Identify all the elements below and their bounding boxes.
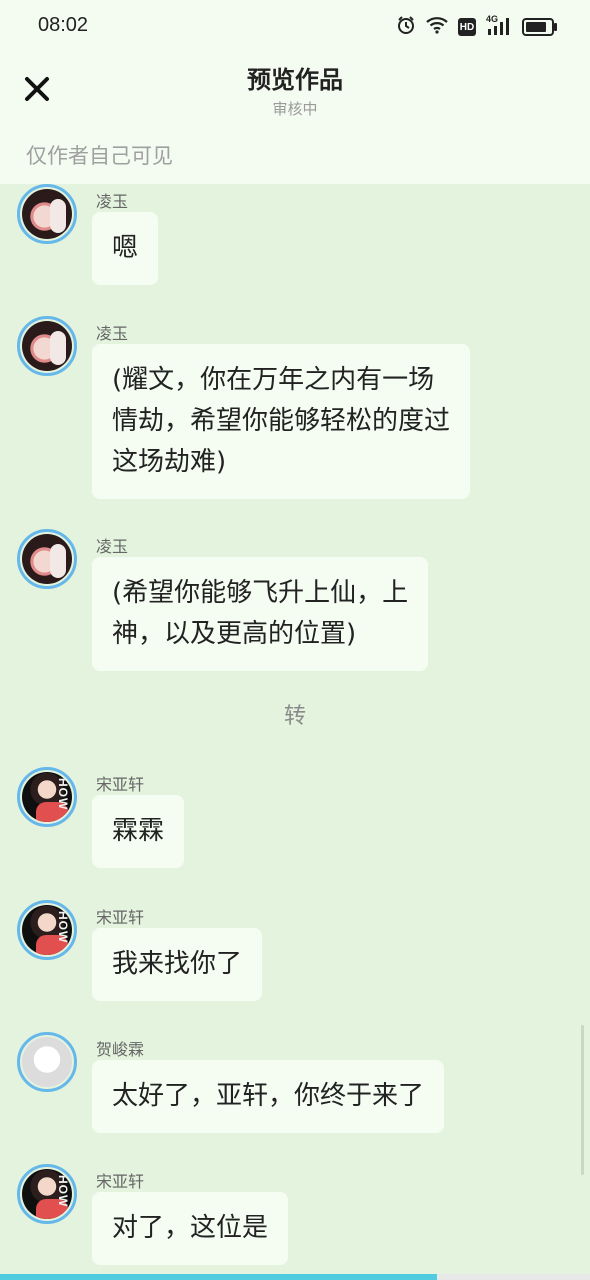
message-bubble: 我来找你了 bbox=[92, 928, 263, 1001]
speaker-name: 凌玉 bbox=[96, 324, 129, 343]
status-bar: 08:02 HD 4G bbox=[0, 12, 590, 42]
speaker-name: 贺峻霖 bbox=[96, 1040, 145, 1059]
message-text-line: 我来找你了 bbox=[112, 949, 243, 979]
avatar[interactable] bbox=[17, 1164, 77, 1224]
visibility-note: 仅作者自己可见 bbox=[26, 144, 173, 168]
scrollbar[interactable] bbox=[581, 1025, 584, 1175]
status-time: 08:02 bbox=[38, 14, 89, 36]
message-bubble: 嗯 bbox=[92, 212, 159, 285]
alarm-icon bbox=[396, 15, 416, 39]
speaker-name: 凌玉 bbox=[96, 192, 129, 211]
avatar[interactable] bbox=[17, 529, 77, 589]
message-text-line: 霖霖 bbox=[112, 816, 165, 846]
message-text-line: 嗯 bbox=[112, 233, 139, 263]
message-bubble: 太好了，亚轩，你终于来了 bbox=[92, 1060, 445, 1133]
message-bubble: 霖霖 bbox=[92, 795, 185, 868]
message-text-line: (耀文，你在万年之内有一场 bbox=[112, 365, 435, 395]
speaker-name: 凌玉 bbox=[96, 537, 129, 556]
header: 08:02 HD 4G 预览作品 审核中 仅作者自己可见 bbox=[0, 0, 590, 184]
battery-icon bbox=[522, 18, 557, 36]
status-icons: HD 4G bbox=[396, 14, 557, 40]
scene-divider: 转 bbox=[283, 704, 306, 729]
message-text-line: 对了，这位是 bbox=[112, 1213, 269, 1243]
message-text-line: 这场劫难) bbox=[112, 447, 227, 477]
speaker-name: 宋亚轩 bbox=[96, 908, 145, 927]
message-text-line: 神，以及更高的位置) bbox=[112, 619, 357, 649]
speaker-name: 宋亚轩 bbox=[96, 775, 145, 794]
avatar[interactable] bbox=[17, 1032, 77, 1092]
review-status: 审核中 bbox=[272, 100, 318, 118]
signal-4g-icon: 4G bbox=[486, 14, 512, 37]
message-text-line: 太好了，亚轩，你终于来了 bbox=[112, 1081, 425, 1111]
message-text-line: (希望你能够飞升上仙，上 bbox=[112, 578, 409, 608]
message-text-line: 情劫，希望你能够轻松的度过 bbox=[112, 406, 451, 436]
avatar[interactable] bbox=[17, 900, 77, 960]
message-bubble: (耀文，你在万年之内有一场 情劫，希望你能够轻松的度过 这场劫难) bbox=[92, 344, 471, 499]
speaker-name: 宋亚轩 bbox=[96, 1172, 145, 1191]
avatar[interactable] bbox=[17, 767, 77, 827]
hd-icon: HD bbox=[458, 18, 476, 36]
wifi-icon bbox=[426, 16, 448, 38]
message-bubble: (希望你能够飞升上仙，上 神，以及更高的位置) bbox=[92, 557, 429, 671]
reading-progress-fill bbox=[0, 1274, 437, 1280]
message-bubble: 对了，这位是 bbox=[92, 1192, 289, 1265]
reading-progress-bar bbox=[0, 1274, 590, 1280]
avatar[interactable] bbox=[17, 184, 77, 244]
page-title: 预览作品 bbox=[247, 66, 343, 94]
avatar[interactable] bbox=[17, 316, 77, 376]
